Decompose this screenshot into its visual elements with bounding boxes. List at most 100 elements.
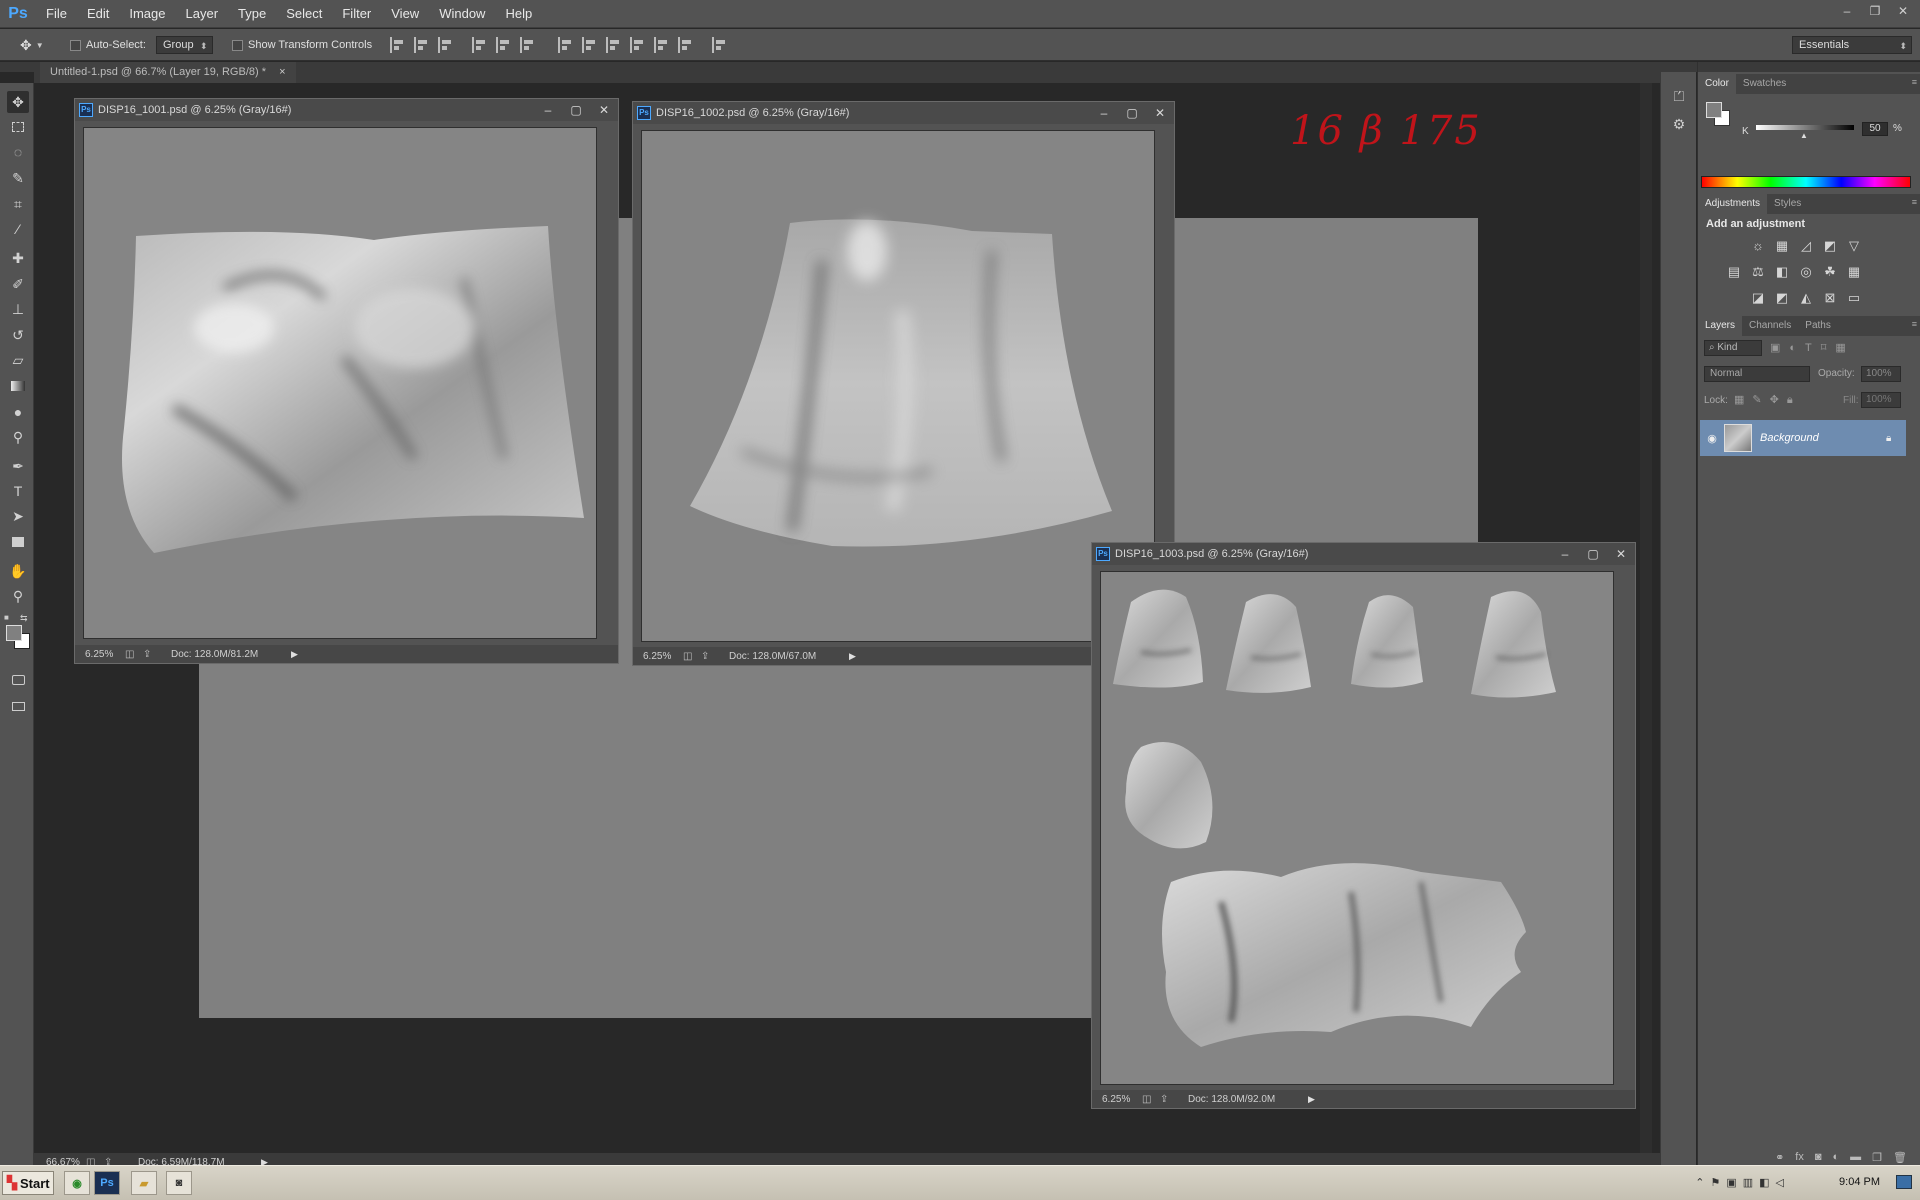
vibrance-icon[interactable]: ▽: [1846, 238, 1862, 254]
clone-stamp-tool-icon[interactable]: ⊥: [7, 298, 29, 320]
status-menu-arrow-icon[interactable]: ▶: [849, 651, 856, 662]
pen-tool-icon[interactable]: ✒: [7, 455, 29, 477]
menu-window[interactable]: Window: [429, 0, 495, 28]
color-balance-icon[interactable]: ⚖: [1750, 264, 1766, 280]
channel-mixer-icon[interactable]: ☘: [1822, 264, 1838, 280]
align-top-icon[interactable]: [390, 37, 406, 53]
status-menu-arrow-icon[interactable]: ▶: [1308, 1094, 1315, 1105]
history-panel-icon[interactable]: ⏍: [1669, 86, 1689, 106]
color-lookup-icon[interactable]: ▦: [1846, 264, 1862, 280]
invert-icon[interactable]: ◪: [1750, 290, 1766, 306]
add-mask-icon[interactable]: ◙: [1815, 1151, 1822, 1163]
healing-brush-tool-icon[interactable]: ✚: [7, 247, 29, 269]
blend-mode-dropdown[interactable]: Normal: [1704, 366, 1810, 382]
posterize-icon[interactable]: ◩: [1774, 290, 1790, 306]
menu-view[interactable]: View: [381, 0, 429, 28]
document-tab[interactable]: Untitled-1.psd @ 66.7% (Layer 19, RGB/8)…: [40, 62, 296, 83]
show-transform-checkbox[interactable]: Show Transform Controls: [232, 29, 372, 61]
trash-icon[interactable]: 🗑︎: [1893, 1151, 1907, 1164]
system-tray-icons[interactable]: ⌃⚑▣▥◧◁: [1695, 1176, 1790, 1189]
new-layer-icon[interactable]: ❐: [1872, 1151, 1882, 1164]
maximize-icon[interactable]: ▢: [1118, 106, 1146, 120]
align-hcenter-icon[interactable]: [496, 37, 512, 53]
auto-align-icon[interactable]: [712, 37, 728, 53]
close-button[interactable]: ✕: [1894, 2, 1912, 20]
distribute-bottom-icon[interactable]: [606, 37, 622, 53]
menu-edit[interactable]: Edit: [77, 0, 119, 28]
document-titlebar[interactable]: Ps DISP16_1003.psd @ 6.25% (Gray/16#) – …: [1092, 543, 1635, 565]
show-desktop-icon[interactable]: [1896, 1175, 1912, 1189]
panel-menu-icon[interactable]: ≡: [1912, 319, 1917, 329]
brush-tool-icon[interactable]: ✐: [7, 273, 29, 295]
menu-type[interactable]: Type: [228, 0, 276, 28]
preview-icon[interactable]: ◫: [1142, 1094, 1160, 1105]
dodge-tool-icon[interactable]: ⚲: [7, 426, 29, 448]
layer-name[interactable]: Background: [1760, 432, 1886, 444]
layer-filter-icons[interactable]: ▣◐T⌑▦: [1770, 341, 1855, 354]
minimize-icon[interactable]: –: [1551, 547, 1579, 561]
selective-color-icon[interactable]: ⊠: [1822, 290, 1838, 306]
eraser-tool-icon[interactable]: ▱: [7, 349, 29, 371]
tab-paths[interactable]: Paths: [1798, 316, 1838, 336]
color-spectrum-bar[interactable]: [1701, 176, 1911, 188]
move-tool-preset[interactable]: ✥ ▼: [20, 29, 44, 61]
workspace-switcher[interactable]: Essentials: [1792, 36, 1912, 54]
restore-button[interactable]: ❐: [1866, 2, 1884, 20]
start-button[interactable]: ▚ Start: [2, 1171, 54, 1195]
blur-tool-icon[interactable]: ●: [7, 401, 29, 423]
slider-thumb-icon[interactable]: ▲: [1800, 131, 1808, 140]
align-right-icon[interactable]: [520, 37, 536, 53]
tab-adjustments[interactable]: Adjustments: [1698, 194, 1768, 214]
align-left-icon[interactable]: [472, 37, 488, 53]
distribute-vcenter-icon[interactable]: [582, 37, 598, 53]
canvas-scrollbar[interactable]: [1640, 83, 1652, 1153]
eye-icon[interactable]: ◉: [1700, 432, 1724, 445]
preview-icon[interactable]: ◫: [125, 649, 143, 660]
close-icon[interactable]: ✕: [1607, 547, 1635, 561]
document-window-3[interactable]: Ps DISP16_1003.psd @ 6.25% (Gray/16#) – …: [1091, 542, 1636, 1109]
taskbar-clock[interactable]: 9:04 PM: [1839, 1176, 1880, 1188]
link-layers-icon[interactable]: ⚭: [1775, 1151, 1784, 1164]
new-group-icon[interactable]: ▬: [1850, 1151, 1861, 1163]
photo-filter-icon[interactable]: ◎: [1798, 264, 1814, 280]
menu-select[interactable]: Select: [276, 0, 332, 28]
distribute-right-icon[interactable]: [678, 37, 694, 53]
crop-tool-icon[interactable]: ⌗: [7, 193, 29, 215]
minimize-button[interactable]: –: [1838, 2, 1856, 20]
screen-mode-icon[interactable]: [7, 695, 29, 717]
close-icon[interactable]: ✕: [590, 103, 618, 117]
eyedropper-tool-icon[interactable]: ⁄: [7, 218, 29, 240]
close-icon[interactable]: ✕: [1146, 106, 1174, 120]
history-brush-tool-icon[interactable]: ↺: [7, 324, 29, 346]
exposure-icon[interactable]: ◩: [1822, 238, 1838, 254]
menu-image[interactable]: Image: [119, 0, 175, 28]
share-icon[interactable]: ⇪: [1160, 1094, 1178, 1105]
lock-icons[interactable]: ▦✎✥🔒︎: [1734, 393, 1801, 407]
distribute-top-icon[interactable]: [558, 37, 574, 53]
share-icon[interactable]: ⇪: [143, 649, 161, 660]
quick-select-tool-icon[interactable]: ✎: [7, 167, 29, 189]
gray-slider-track[interactable]: [1756, 125, 1854, 130]
auto-select-dropdown[interactable]: Group: [156, 36, 213, 54]
quick-mask-icon[interactable]: [7, 669, 29, 691]
document-titlebar[interactable]: Ps DISP16_1001.psd @ 6.25% (Gray/16#) – …: [75, 99, 618, 121]
zoom-tool-icon[interactable]: ⚲: [7, 585, 29, 607]
zoom-level[interactable]: 6.25%: [75, 649, 125, 660]
threshold-icon[interactable]: ◭: [1798, 290, 1814, 306]
tab-styles[interactable]: Styles: [1767, 194, 1808, 214]
fill-input[interactable]: 100%: [1861, 392, 1901, 408]
chrome-icon[interactable]: ◉: [64, 1171, 90, 1195]
foreground-color-swatch[interactable]: [1706, 102, 1722, 118]
menu-filter[interactable]: Filter: [332, 0, 381, 28]
document-canvas[interactable]: [641, 130, 1155, 642]
layer-row[interactable]: ◉ Background 🔒︎: [1700, 420, 1906, 456]
default-colors-icon[interactable]: ■: [4, 613, 9, 622]
collapse-toolbar[interactable]: [0, 62, 34, 72]
distribute-hcenter-icon[interactable]: [654, 37, 670, 53]
foreground-color-swatch[interactable]: [6, 625, 22, 641]
move-tool-icon[interactable]: ✥: [7, 91, 29, 113]
panel-menu-icon[interactable]: ≡: [1912, 197, 1917, 207]
distribute-left-icon[interactable]: [630, 37, 646, 53]
document-canvas[interactable]: [1100, 571, 1614, 1085]
path-selection-tool-icon[interactable]: ➤: [7, 505, 29, 527]
